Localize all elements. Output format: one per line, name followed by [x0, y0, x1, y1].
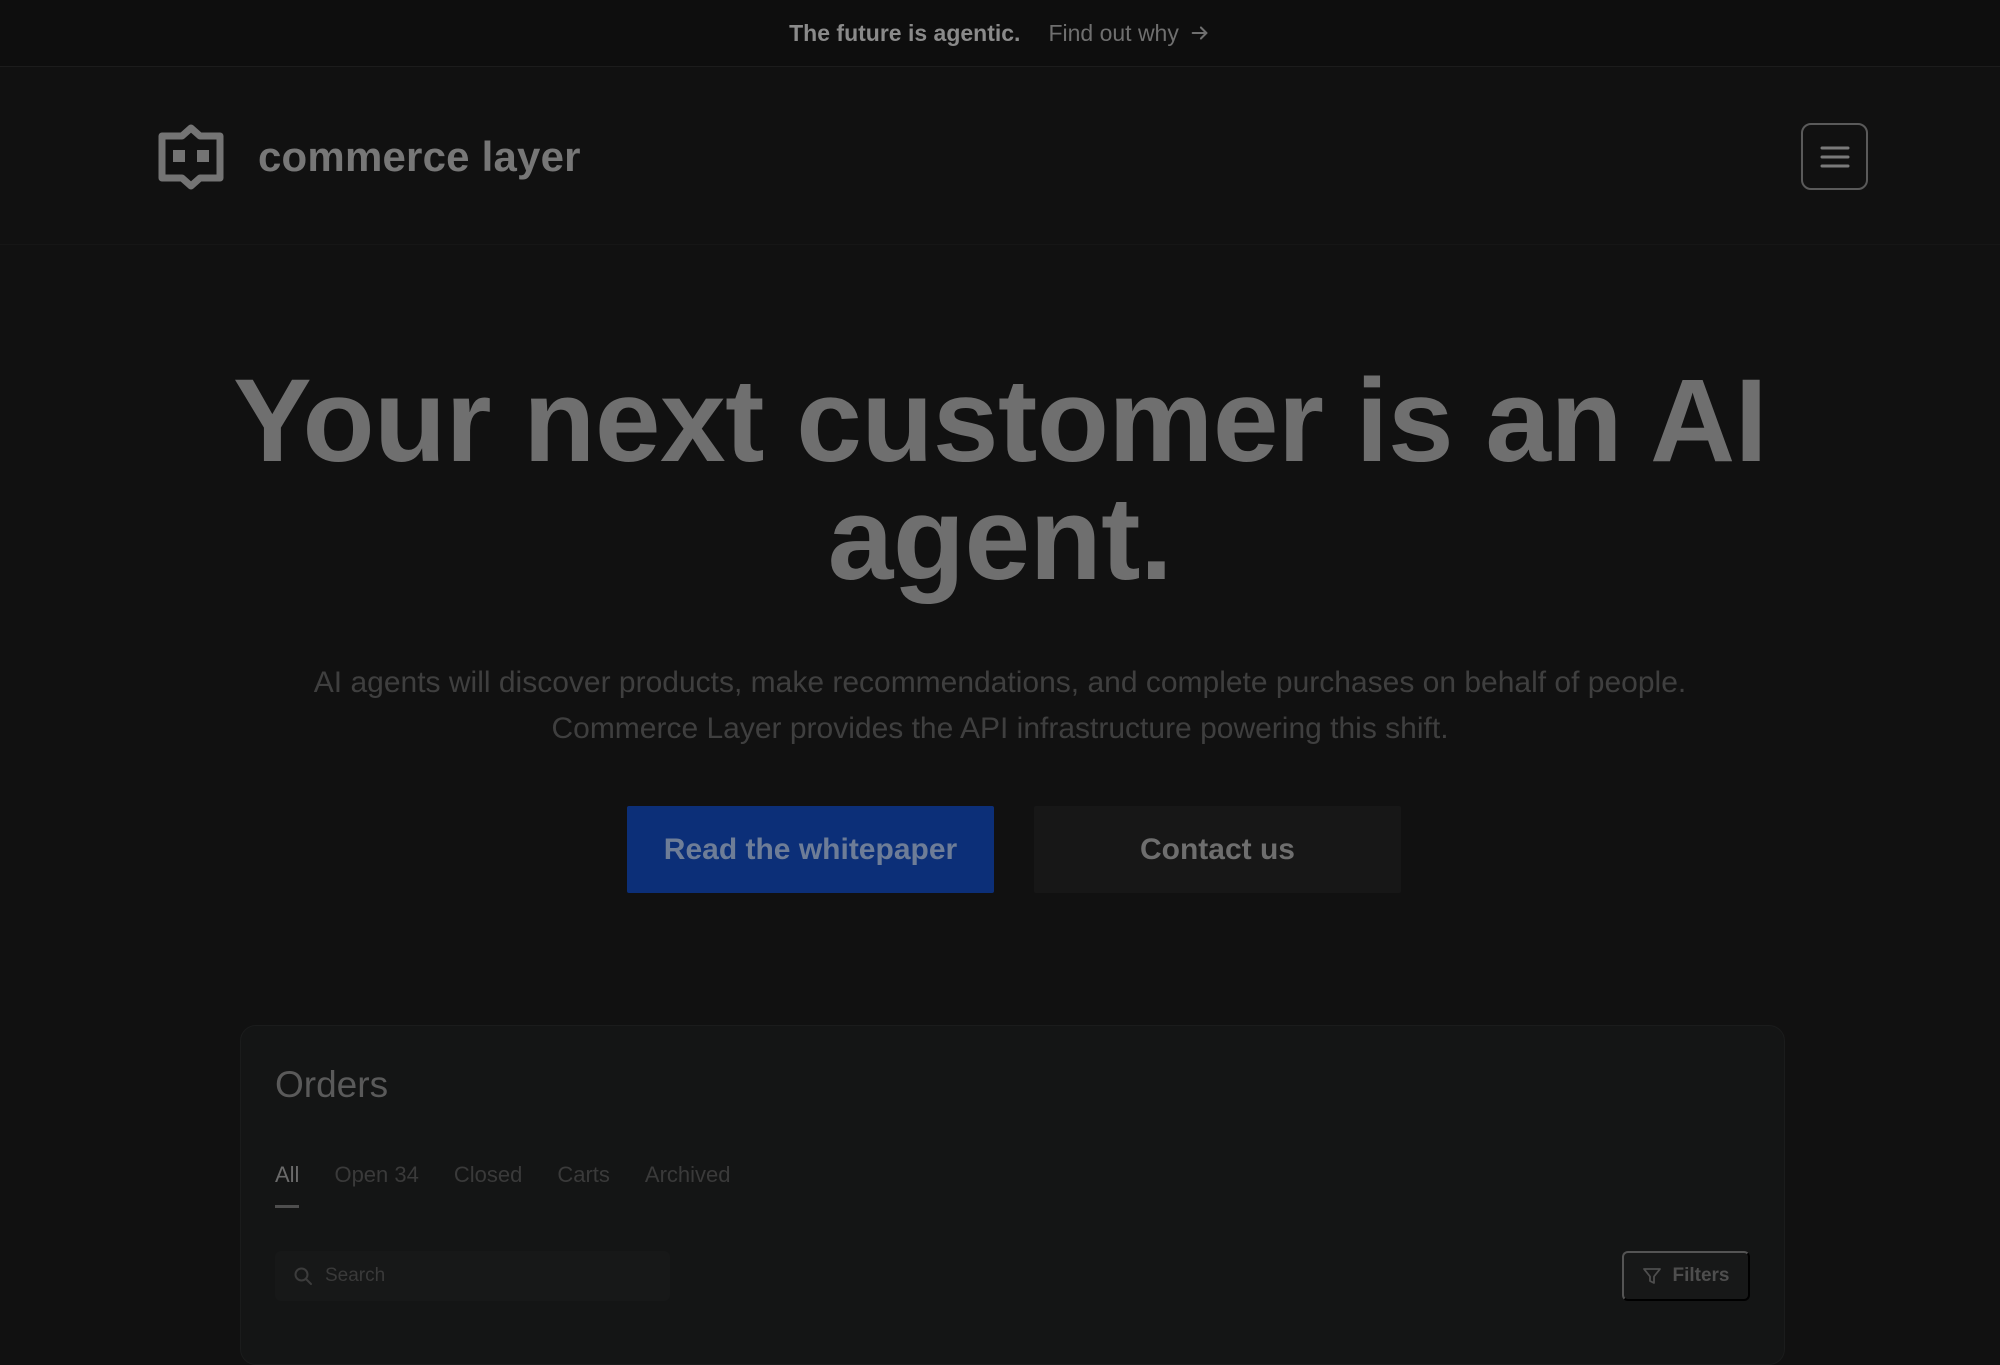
tab-carts[interactable]: Carts: [557, 1162, 610, 1208]
announcement-bar: The future is agentic. Find out why: [0, 0, 2000, 67]
orders-search: [275, 1251, 670, 1301]
orders-panel: Orders All Open 34 Closed Carts Archived…: [240, 1025, 1785, 1365]
hero-subtitle: AI agents will discover products, make r…: [313, 666, 1687, 745]
find-out-why-link[interactable]: Find out why: [1048, 20, 1210, 47]
find-out-why-label: Find out why: [1048, 19, 1179, 46]
tab-open[interactable]: Open 34: [334, 1162, 418, 1208]
menu-button[interactable]: [1801, 123, 1868, 190]
tab-all[interactable]: All: [275, 1162, 300, 1208]
tab-closed[interactable]: Closed: [454, 1162, 522, 1208]
announcement-headline: The future is agentic.: [789, 19, 1021, 46]
brand-logo-link[interactable]: commerce layer: [156, 122, 581, 192]
brand-name: commerce layer: [258, 133, 581, 180]
search-input[interactable]: [325, 1265, 625, 1287]
hero-title: Your next customer is an AI agent.: [233, 355, 1767, 605]
filter-funnel-icon: [1643, 1268, 1662, 1284]
hamburger-menu-icon: [1820, 146, 1849, 167]
read-whitepaper-button[interactable]: Read the whitepaper: [627, 806, 994, 893]
orders-tabs: All Open 34 Closed Carts Archived: [275, 1162, 731, 1208]
filters-label: Filters: [1672, 1265, 1730, 1286]
site-header: commerce layer: [0, 67, 2000, 245]
contact-us-button[interactable]: Contact us: [1034, 806, 1401, 893]
tab-archived[interactable]: Archived: [645, 1162, 731, 1208]
search-icon: [294, 1267, 312, 1285]
arrow-right-icon: [1191, 26, 1208, 40]
filters-button[interactable]: Filters: [1622, 1251, 1750, 1301]
orders-title: Orders: [275, 1064, 389, 1105]
commerce-layer-logo-icon: [158, 124, 224, 190]
